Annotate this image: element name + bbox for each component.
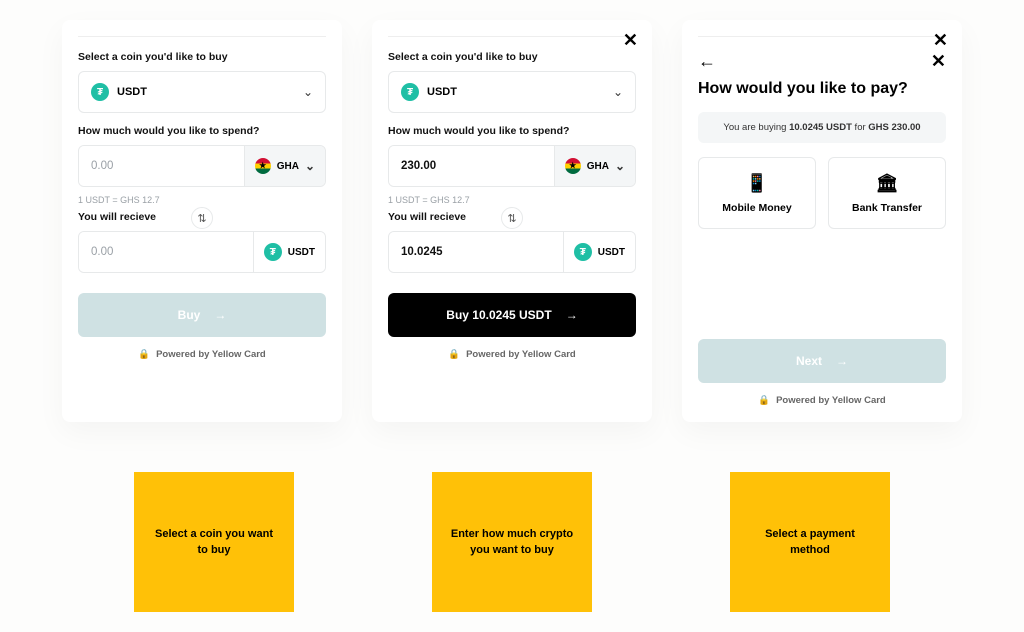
ghana-flag-icon [255, 158, 271, 174]
tether-icon: ₮ [401, 83, 419, 101]
back-button[interactable]: ← [698, 51, 716, 72]
chevron-down-icon: ⌄ [303, 85, 313, 99]
spend-input[interactable]: 230.00 GHA ⌄ [388, 145, 636, 187]
payment-option-bank-transfer[interactable]: 🏛 Bank Transfer [828, 157, 946, 229]
close-button-inner[interactable]: ✕ [931, 51, 946, 72]
phone-icon: 📱 [746, 173, 768, 194]
powered-by-footer: 🔒 Powered by Yellow Card [78, 349, 326, 360]
chevron-down-icon: ⌄ [613, 85, 623, 99]
lock-icon: 🔒 [448, 349, 460, 360]
select-coin-label: Select a coin you'd like to buy [78, 51, 326, 63]
powered-by-footer: 🔒 Powered by Yellow Card [698, 395, 946, 406]
tether-icon: ₮ [91, 83, 109, 101]
spend-label: How much would you like to spend? [388, 125, 636, 137]
lock-icon: 🔒 [758, 395, 770, 406]
select-coin-label: Select a coin you'd like to buy [388, 51, 636, 63]
purchase-summary: You are buying 10.0245 USDT for GHS 230.… [698, 112, 946, 143]
summary-price: GHS 230.00 [868, 122, 920, 133]
divider [388, 36, 636, 37]
coin-symbol: USDT [117, 86, 147, 98]
powered-by-footer: 🔒 Powered by Yellow Card [388, 349, 636, 360]
chevron-down-icon: ⌄ [615, 159, 625, 173]
coin-value: ₮ USDT [91, 83, 147, 101]
payment-method-card: ✕ ← ✕ How would you like to pay? You are… [682, 20, 962, 422]
payment-option-label: Bank Transfer [852, 202, 922, 214]
receive-currency: ₮ USDT [253, 232, 325, 272]
exchange-rate: 1 USDT = GHS 12.7 [388, 195, 636, 205]
spend-input[interactable]: 0.00 GHA ⌄ [78, 145, 326, 187]
currency-select[interactable]: GHA ⌄ [244, 146, 325, 186]
lock-icon: 🔒 [138, 349, 150, 360]
ghana-flag-icon [565, 158, 581, 174]
bank-icon: 🏛 [876, 173, 899, 194]
sticky-note-1: Select a coin you want to buy [134, 472, 294, 612]
sticky-note-2: Enter how much crypto you want to buy [432, 472, 592, 612]
receive-input[interactable]: 0.00 ₮ USDT [78, 231, 326, 273]
buy-card-empty: Select a coin you'd like to buy ₮ USDT ⌄… [62, 20, 342, 422]
footer-text: Powered by Yellow Card [466, 349, 576, 360]
payment-option-mobile-money[interactable]: 📱 Mobile Money [698, 157, 816, 229]
currency-code: GHA [277, 161, 299, 172]
coin-select[interactable]: ₮ USDT ⌄ [78, 71, 326, 113]
coin-symbol: USDT [427, 86, 457, 98]
coin-select[interactable]: ₮ USDT ⌄ [388, 71, 636, 113]
receive-value[interactable]: 10.0245 [389, 232, 563, 272]
buy-button[interactable]: Buy [78, 293, 326, 337]
receive-value[interactable]: 0.00 [79, 232, 253, 272]
spend-value[interactable]: 230.00 [389, 146, 554, 186]
coin-value: ₮ USDT [401, 83, 457, 101]
divider [698, 36, 946, 37]
chevron-down-icon: ⌄ [305, 159, 315, 173]
exchange-rate: 1 USDT = GHS 12.7 [78, 195, 326, 205]
buy-button[interactable]: Buy 10.0245 USDT [388, 293, 636, 337]
receive-coin-symbol: USDT [598, 247, 625, 258]
tether-icon: ₮ [574, 243, 592, 261]
buy-card-filled: ✕ Select a coin you'd like to buy ₮ USDT… [372, 20, 652, 422]
payment-option-label: Mobile Money [722, 202, 791, 214]
footer-text: Powered by Yellow Card [156, 349, 266, 360]
currency-code: GHA [587, 161, 609, 172]
close-button[interactable]: ✕ [933, 30, 948, 51]
divider [78, 36, 326, 37]
receive-currency: ₮ USDT [563, 232, 635, 272]
receive-coin-symbol: USDT [288, 247, 315, 258]
receive-input[interactable]: 10.0245 ₮ USDT [388, 231, 636, 273]
sticky-note-3: Select a payment method [730, 472, 890, 612]
payment-heading: How would you like to pay? [698, 80, 946, 98]
spend-value[interactable]: 0.00 [79, 146, 244, 186]
spend-label: How much would you like to spend? [78, 125, 326, 137]
swap-button[interactable]: ⇅ [191, 207, 213, 229]
next-button-label: Next [796, 354, 822, 368]
close-button[interactable]: ✕ [623, 30, 638, 51]
currency-select[interactable]: GHA ⌄ [554, 146, 635, 186]
buy-button-label: Buy [178, 308, 201, 322]
tether-icon: ₮ [264, 243, 282, 261]
sticky-notes-row: Select a coin you want to buy Enter how … [60, 472, 964, 612]
buy-button-label: Buy 10.0245 USDT [446, 308, 551, 322]
footer-text: Powered by Yellow Card [776, 395, 886, 406]
summary-mid: for [852, 122, 868, 133]
summary-pre: You are buying [723, 122, 789, 133]
swap-button[interactable]: ⇅ [501, 207, 523, 229]
summary-amount: 10.0245 USDT [789, 122, 852, 133]
next-button[interactable]: Next [698, 339, 946, 383]
